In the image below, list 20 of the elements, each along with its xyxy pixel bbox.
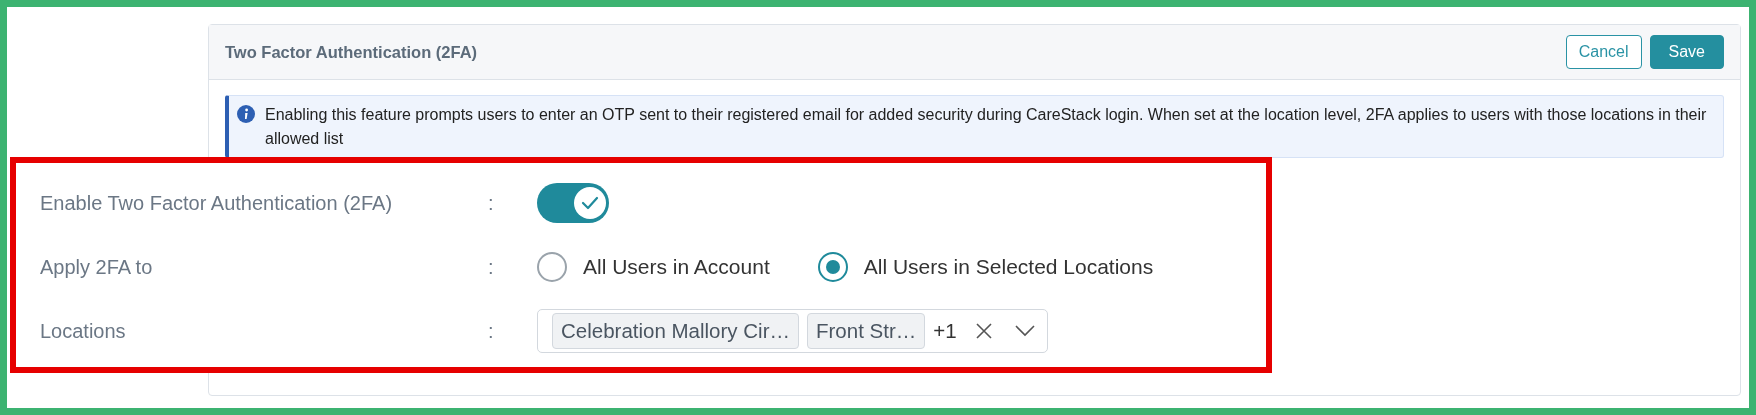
- card-title: Two Factor Authentication (2FA): [225, 41, 478, 63]
- chevron-down-icon[interactable]: [1014, 325, 1035, 337]
- radio-option[interactable]: All Users in Selected Locations: [817, 251, 1154, 283]
- info-text: Enabling this feature prompts users to enter an OTP sent to their registered email for added security during CareStack login. When set at the location level, 2FA applies to users with those locations in their allowed list: [265, 105, 1708, 149]
- info-icon: [237, 105, 255, 123]
- cancel-button[interactable]: Cancel: [1565, 35, 1642, 69]
- colon-separator: :: [488, 192, 494, 214]
- location-select[interactable]: Celebration Mallory Cir… Front Str… +1: [537, 309, 1048, 353]
- location-tag: Front Str…: [807, 312, 926, 350]
- more-count: +1: [933, 317, 957, 344]
- clear-icon[interactable]: [974, 322, 993, 340]
- field-label: Locations: [40, 319, 127, 344]
- save-button[interactable]: Save: [1649, 35, 1724, 69]
- colon-separator: :: [488, 320, 494, 342]
- field-label: Apply 2FA to: [40, 255, 154, 280]
- radio-option[interactable]: All Users in Account: [537, 251, 770, 283]
- location-tag: Celebration Mallory Cir…: [552, 312, 799, 350]
- field-label: Enable Two Factor Authentication (2FA): [40, 191, 394, 216]
- colon-separator: :: [488, 256, 494, 278]
- toggle-switch[interactable]: [537, 183, 609, 223]
